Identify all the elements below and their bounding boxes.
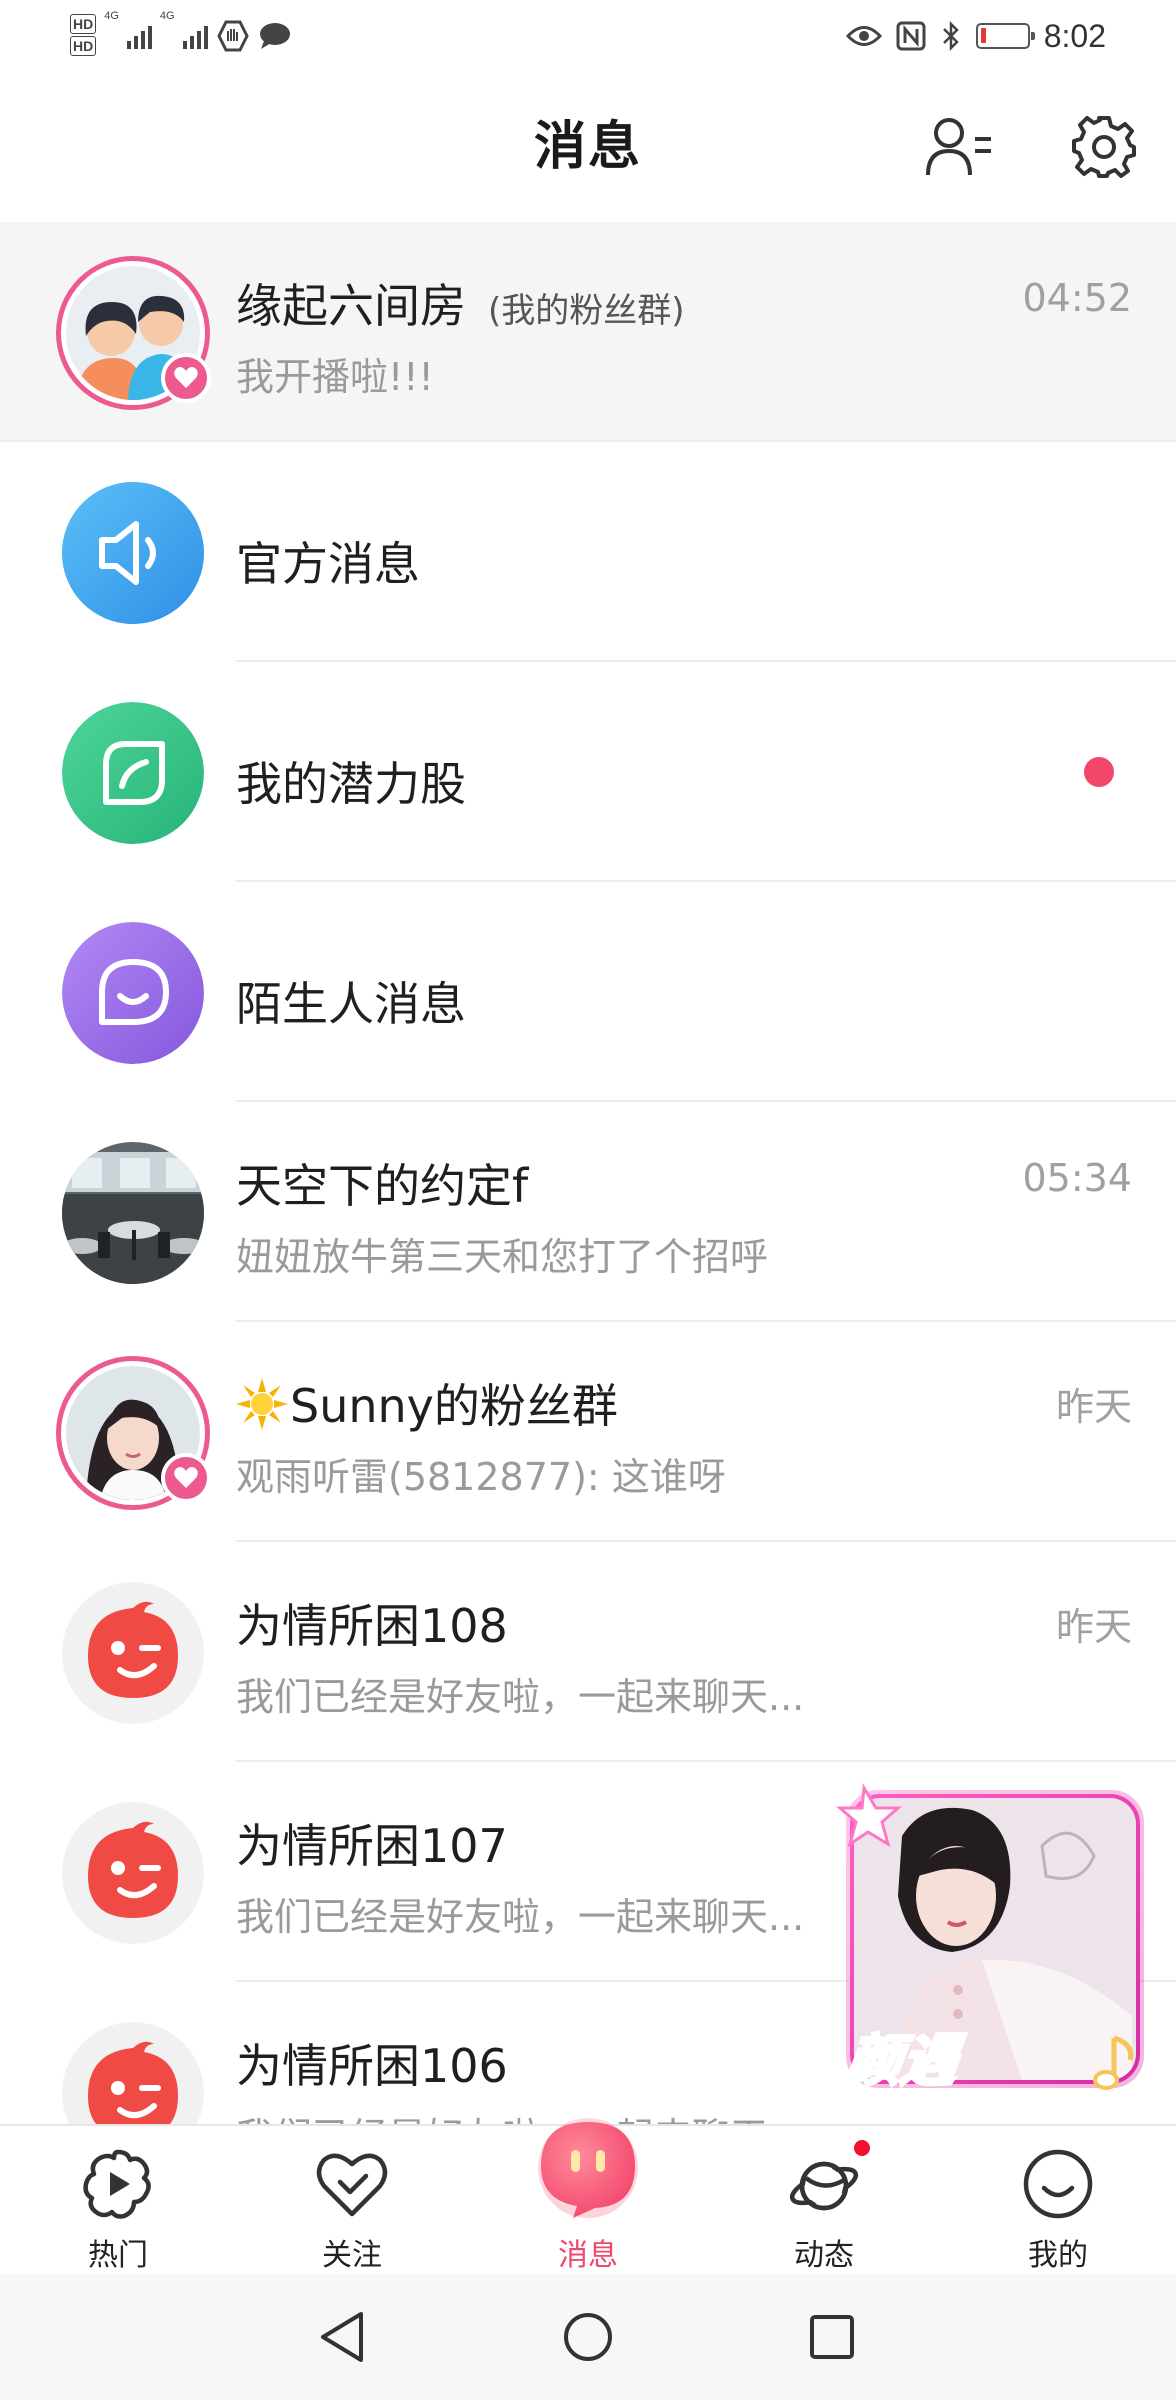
tab-follow[interactable]: 关注 xyxy=(262,2126,442,2276)
conversation-title: 陌生人消息 xyxy=(236,977,466,1031)
battery-icon xyxy=(975,23,1035,49)
conversation-preview: 我们已经是好友啦，一起来聊天... xyxy=(236,1675,805,1719)
tab-label: 我的 xyxy=(1028,2238,1088,2273)
conversation-time: 昨天 xyxy=(1055,1385,1132,1429)
heart-check-icon xyxy=(312,2144,392,2224)
play-flower-icon xyxy=(78,2144,158,2224)
sim1-hd-label: HD xyxy=(70,14,97,34)
eye-comfort-icon xyxy=(845,26,882,46)
tab-moments[interactable]: 动态 xyxy=(734,2126,914,2276)
conversation-title: 官方消息 xyxy=(236,537,420,591)
status-time: 8:02 xyxy=(1043,17,1106,54)
winking-face-avatar xyxy=(62,1582,204,1724)
home-button[interactable] xyxy=(548,2297,628,2377)
restaurant-photo xyxy=(62,1142,204,1284)
conversation-time: 05:34 xyxy=(1022,1156,1132,1200)
conversation-title: 天空下的约定f xyxy=(236,1159,529,1213)
avatar xyxy=(62,1802,204,1944)
heart-icon xyxy=(174,1467,198,1488)
promo-label: 颜遇 xyxy=(839,2028,963,2096)
contacts-list-icon xyxy=(926,118,991,176)
conversation-row[interactable]: 天空下的约定f 妞妞放牛第三天和您打了个招呼 05:34 xyxy=(0,1102,1176,1322)
conversation-time: 04:52 xyxy=(1022,276,1132,320)
conversation-row[interactable]: 为情所困108 我们已经是好友啦，一起来聊天... 昨天 xyxy=(0,1542,1176,1762)
hand-stop-icon xyxy=(216,20,249,52)
avatar xyxy=(62,482,204,624)
tab-hot[interactable]: 热门 xyxy=(28,2126,208,2276)
avatar xyxy=(62,922,204,1064)
conversation-preview: 我们已经是好友啦，一起来聊天... xyxy=(236,2106,804,2124)
conversation-row[interactable]: 陌生人消息 xyxy=(0,882,1176,1102)
heart-icon xyxy=(174,367,198,388)
planet-icon xyxy=(784,2144,864,2224)
smile-icon xyxy=(1018,2144,1098,2224)
avatar xyxy=(62,1582,204,1724)
tab-label: 动态 xyxy=(794,2238,854,2273)
signal-2-icon xyxy=(182,23,208,49)
conversation-name: 缘起六间房 xyxy=(236,279,466,333)
winking-face-avatar xyxy=(62,2022,204,2124)
fan-group-badge xyxy=(161,353,211,403)
conversation-preview: 我开播啦!!! xyxy=(236,355,434,399)
system-nav-bar xyxy=(0,2274,1176,2400)
hd-indicator: HD HD xyxy=(70,14,97,58)
recents-button[interactable] xyxy=(792,2297,872,2377)
header: 消息 xyxy=(0,72,1176,222)
avatar xyxy=(62,1142,204,1284)
avatar xyxy=(56,1356,211,1510)
gear-icon xyxy=(1072,116,1136,178)
fan-group-badge xyxy=(161,1453,211,1503)
conversation-time: 昨天 xyxy=(1055,1605,1132,1649)
speaker-icon xyxy=(62,482,204,624)
conversation-title: 为情所困106 xyxy=(236,2039,508,2093)
network-type-1: 4G xyxy=(104,10,119,22)
recents-square-icon xyxy=(810,2315,854,2359)
winking-face-avatar xyxy=(62,1802,204,1944)
home-circle-icon xyxy=(564,2313,612,2361)
tab-label: 消息 xyxy=(558,2238,618,2273)
chat-bubble-icon xyxy=(62,922,204,1064)
bottom-tab-bar: 热门 关注 消息 动态 我的 xyxy=(0,2118,1176,2276)
conversation-title: 我的潜力股 xyxy=(236,757,466,811)
conversation-preview: 妞妞放牛第三天和您打了个招呼 xyxy=(236,1235,769,1279)
bluetooth-icon xyxy=(942,20,959,52)
tab-label: 关注 xyxy=(322,2238,382,2273)
moments-badge xyxy=(852,2138,872,2158)
avatar xyxy=(56,256,211,410)
settings-button[interactable] xyxy=(1064,107,1144,187)
conversation-row[interactable]: Sunny的粉丝群 观雨听雷(5812877): 这谁呀 昨天 xyxy=(0,1322,1176,1542)
sim2-hd-label: HD xyxy=(70,36,97,56)
conversation-title: 缘起六间房 (我的粉丝群) xyxy=(236,270,685,336)
chat-notification-icon xyxy=(259,23,290,49)
message-bubble-icon xyxy=(533,2114,643,2224)
conversation-name: Sunny的粉丝群 xyxy=(290,1379,618,1433)
unread-dot xyxy=(1084,757,1114,787)
conversation-preview: 观雨听雷(5812877): 这谁呀 xyxy=(236,1455,726,1499)
conversation-row[interactable]: 官方消息 xyxy=(0,442,1176,662)
status-bar: HD HD 4G 4G 8:02 xyxy=(0,0,1176,72)
status-left-cluster: HD HD 4G 4G xyxy=(70,10,292,62)
conversation-title: Sunny的粉丝群 xyxy=(236,1370,618,1436)
conversation-row[interactable]: 我的潜力股 xyxy=(0,662,1176,882)
conversation-row[interactable]: 缘起六间房 (我的粉丝群) 我开播啦!!! 04:52 xyxy=(0,222,1176,442)
sun-icon xyxy=(236,1378,288,1430)
conversation-title: 为情所困107 xyxy=(236,1819,508,1873)
tab-me[interactable]: 我的 xyxy=(968,2126,1148,2276)
back-triangle-icon xyxy=(321,2312,363,2362)
nfc-icon xyxy=(896,21,926,51)
back-button[interactable] xyxy=(302,2297,382,2377)
tab-messages[interactable]: 消息 xyxy=(498,2118,678,2276)
signal-1-icon xyxy=(126,23,152,49)
floating-live-promo[interactable]: 颜遇 xyxy=(832,1776,1162,2106)
tab-label: 热门 xyxy=(88,2238,148,2273)
contacts-list-button[interactable] xyxy=(920,107,1000,187)
conversation-preview: 我们已经是好友啦，一起来聊天... xyxy=(236,1895,805,1939)
avatar xyxy=(62,702,204,844)
status-right-cluster: 8:02 xyxy=(845,10,1106,62)
avatar xyxy=(62,2022,204,2124)
conversation-tag: (我的粉丝群) xyxy=(488,291,685,331)
network-type-2: 4G xyxy=(159,10,175,22)
conversation-title: 为情所困108 xyxy=(236,1599,508,1653)
leaf-icon xyxy=(62,702,204,844)
